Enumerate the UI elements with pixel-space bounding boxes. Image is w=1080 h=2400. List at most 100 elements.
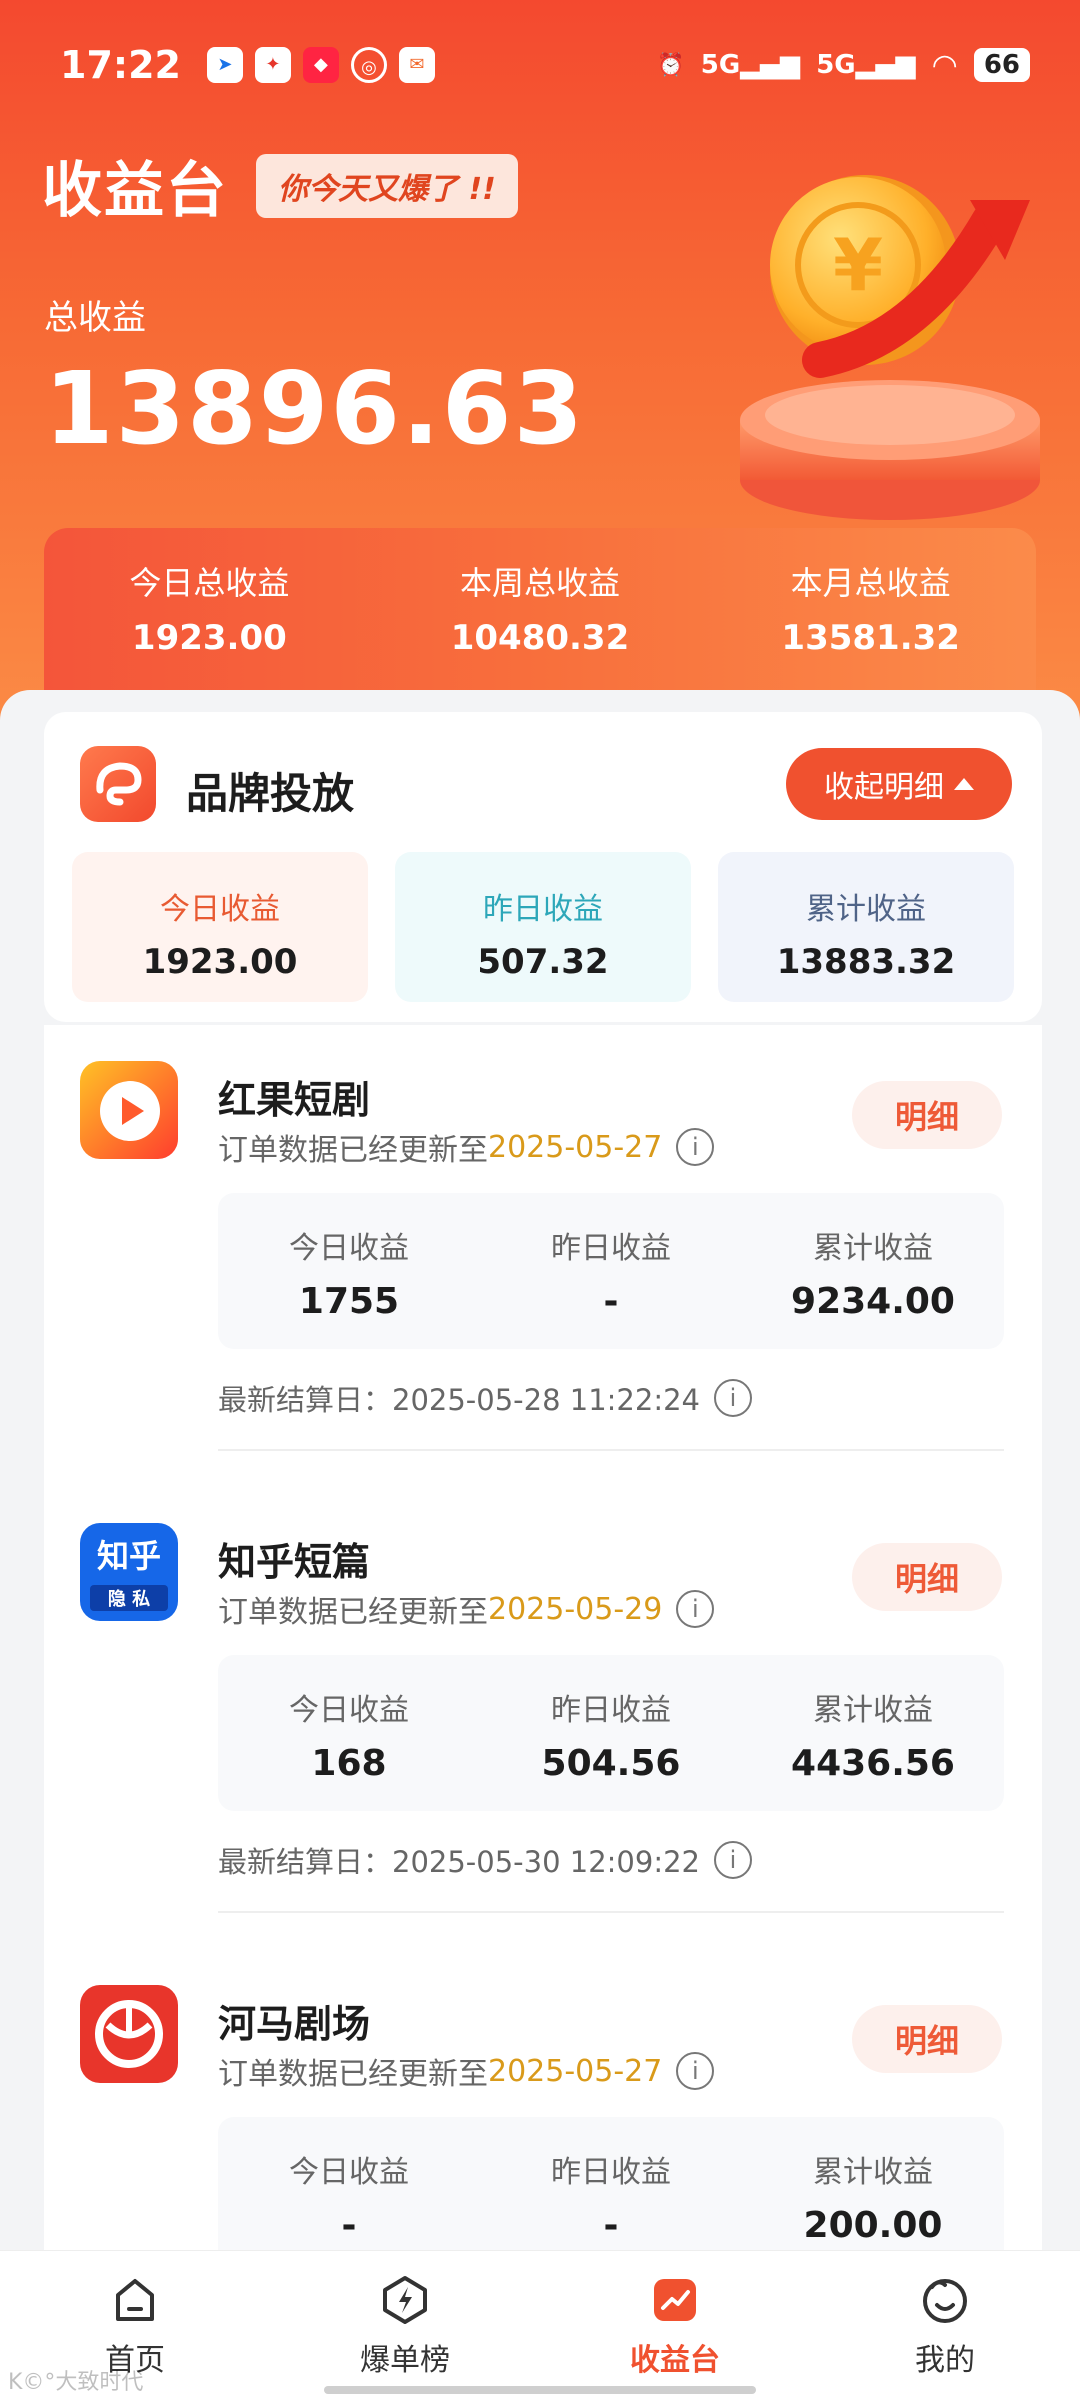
item-stat-today: 今日收益 168 bbox=[218, 1655, 480, 1811]
item-settlement-text: 最新结算日：2025-05-28 11:22:24 bbox=[218, 1383, 700, 1417]
profile-icon bbox=[923, 2279, 967, 2323]
summary-week-value: 10480.32 bbox=[450, 618, 630, 658]
lightning-icon bbox=[383, 2276, 427, 2324]
item-stat-label: 今日收益 bbox=[289, 1693, 409, 1728]
bottom-tab-bar: 首页 爆单榜 收益台 我的 bbox=[0, 2250, 1080, 2400]
tab-label: 收益台 bbox=[630, 2343, 720, 2378]
watermark: K©°大致时代 bbox=[8, 2370, 144, 2395]
summary-panel: 今日总收益 1923.00 本周总收益 10480.32 本月总收益 13581… bbox=[44, 528, 1036, 698]
item-stat-total: 累计收益 4436.56 bbox=[742, 1655, 1004, 1811]
coin-illustration: ¥ bbox=[740, 175, 1040, 520]
info-icon[interactable]: i bbox=[676, 2052, 715, 2090]
item-stat-label: 今日收益 bbox=[289, 1231, 409, 1266]
total-earnings-label: 总收益 bbox=[44, 298, 146, 338]
detail-button[interactable]: 明细 bbox=[852, 2005, 1002, 2073]
item-stat-value: 168 bbox=[311, 1743, 387, 1784]
item-stat-label: 昨日收益 bbox=[551, 1231, 671, 1266]
summary-today-label: 今日总收益 bbox=[129, 564, 290, 602]
page-title: 收益台 bbox=[42, 156, 228, 226]
brand-stat-label: 累计收益 bbox=[806, 892, 926, 927]
item-stat-label: 累计收益 bbox=[813, 1693, 933, 1728]
item-settlement: 最新结算日：2025-05-28 11:22:24 i bbox=[218, 1377, 752, 1419]
item-stat-today: 今日收益 - bbox=[218, 2117, 480, 2255]
praise-badge: 你今天又爆了 !! bbox=[256, 153, 518, 218]
netease-icon: ◎ bbox=[350, 47, 387, 83]
summary-week[interactable]: 本周总收益 10480.32 bbox=[375, 558, 706, 698]
tab-earnings[interactable]: 收益台 bbox=[540, 2251, 810, 2400]
item-update-line: 订单数据已经更新至 2025-05-29 i bbox=[218, 1587, 715, 1631]
list-item: 知乎 隐 私 知乎短篇 订单数据已经更新至 2025-05-29 i 明细 今日… bbox=[44, 1487, 1042, 1949]
tab-label: 爆单榜 bbox=[360, 2343, 450, 2378]
battery-level: 66 bbox=[973, 48, 1030, 82]
hongguo-play-icon bbox=[80, 1061, 178, 1159]
item-stat-total: 累计收益 200.00 bbox=[742, 2117, 1004, 2255]
item-name: 红果短剧 bbox=[218, 1078, 371, 1122]
item-settlement: 最新结算日：2025-05-30 12:09:22 i bbox=[218, 1839, 752, 1881]
summary-today-value: 1923.00 bbox=[131, 618, 287, 658]
detail-button[interactable]: 明细 bbox=[852, 1081, 1002, 1149]
item-update-prefix: 订单数据已经更新至 bbox=[218, 2057, 488, 2092]
info-icon[interactable]: i bbox=[714, 1841, 752, 1879]
collapse-label: 收起明细 bbox=[824, 770, 944, 805]
item-update-prefix: 订单数据已经更新至 bbox=[218, 1133, 488, 1168]
mail-icon: ✉ bbox=[398, 47, 435, 83]
tab-hot-list[interactable]: 爆单榜 bbox=[270, 2251, 540, 2400]
item-stat-label: 累计收益 bbox=[813, 2155, 933, 2190]
summary-month[interactable]: 本月总收益 13581.32 bbox=[705, 558, 1036, 698]
info-icon[interactable]: i bbox=[714, 1379, 752, 1417]
notification-icons: ➤ ✦ ◆ ◎ ✉ bbox=[206, 47, 435, 83]
tab-label: 我的 bbox=[915, 2343, 975, 2378]
item-stat-label: 昨日收益 bbox=[551, 1693, 671, 1728]
map-icon: ➤ bbox=[206, 47, 243, 83]
summary-month-label: 本月总收益 bbox=[790, 564, 951, 602]
status-bar: 17:22 ➤ ✦ ◆ ◎ ✉ ⏰ 5G▂▄▆ 5G▂▄▆ ◠ 66 bbox=[0, 0, 1080, 130]
brand-stat-label: 今日收益 bbox=[160, 892, 280, 927]
total-earnings-value: 13896.63 bbox=[44, 350, 586, 467]
item-update-date: 2025-05-27 bbox=[488, 1129, 663, 1165]
xiaohongshu-icon: ◆ bbox=[302, 47, 339, 83]
info-icon[interactable]: i bbox=[676, 1128, 715, 1166]
list-item: 河马剧场 订单数据已经更新至 2025-05-27 i 明细 今日收益 - 昨日… bbox=[44, 1949, 1042, 2255]
item-stat-value: 9234.00 bbox=[791, 1281, 955, 1322]
brand-stat-value: 1923.00 bbox=[142, 942, 298, 982]
collapse-details-button[interactable]: 收起明细 bbox=[786, 748, 1012, 820]
signal-2: 5G▂▄▆ bbox=[816, 50, 916, 80]
signal-1: 5G▂▄▆ bbox=[700, 50, 801, 80]
brand-stat-label: 昨日收益 bbox=[483, 892, 603, 927]
item-update-line: 订单数据已经更新至 2025-05-27 i bbox=[218, 2049, 715, 2093]
list-item: 红果短剧 订单数据已经更新至 2025-05-27 i 明细 今日收益 1755… bbox=[44, 1025, 1042, 1487]
item-stat-value: 1755 bbox=[298, 1281, 400, 1322]
svg-text:知乎: 知乎 bbox=[97, 1537, 161, 1575]
wifi-icon: ◠ bbox=[931, 47, 958, 83]
info-icon[interactable]: i bbox=[676, 1590, 715, 1628]
svg-text:¥: ¥ bbox=[833, 223, 883, 307]
item-name: 知乎短篇 bbox=[218, 1540, 371, 1584]
item-stat-yesterday: 昨日收益 504.56 bbox=[480, 1655, 742, 1811]
item-update-date: 2025-05-29 bbox=[488, 1591, 663, 1627]
item-stats: 今日收益 - 昨日收益 - 累计收益 200.00 bbox=[218, 2117, 1004, 2255]
home-icon bbox=[116, 2279, 154, 2321]
summary-today[interactable]: 今日总收益 1923.00 bbox=[44, 558, 375, 698]
item-stats: 今日收益 168 昨日收益 504.56 累计收益 4436.56 bbox=[218, 1655, 1004, 1811]
brand-stat-value: 13883.32 bbox=[776, 942, 956, 982]
summary-week-label: 本周总收益 bbox=[460, 564, 621, 602]
item-stat-total: 累计收益 9234.00 bbox=[742, 1193, 1004, 1349]
item-update-prefix: 订单数据已经更新至 bbox=[218, 1595, 488, 1630]
item-name: 河马剧场 bbox=[218, 2002, 371, 2046]
divider bbox=[218, 1449, 1004, 1451]
tab-profile[interactable]: 我的 bbox=[810, 2251, 1080, 2400]
brand-stat-yesterday: 昨日收益 507.32 bbox=[395, 852, 691, 1002]
zhihu-icon: 知乎 隐 私 bbox=[80, 1523, 178, 1621]
hema-icon bbox=[80, 1985, 178, 2083]
brand-card: 品牌投放 收起明细 今日收益 1923.00 昨日收益 507.32 累计收益 … bbox=[44, 712, 1042, 1022]
divider bbox=[218, 1911, 1004, 1913]
detail-button[interactable]: 明细 bbox=[852, 1543, 1002, 1611]
item-stat-value: 4436.56 bbox=[791, 1743, 955, 1784]
item-stat-value: - bbox=[341, 2205, 357, 2246]
chart-icon bbox=[654, 2279, 696, 2321]
alarm-icon: ⏰ bbox=[657, 52, 685, 78]
platform-list: 红果短剧 订单数据已经更新至 2025-05-27 i 明细 今日收益 1755… bbox=[44, 1025, 1042, 2255]
brand-stat-total: 累计收益 13883.32 bbox=[718, 852, 1014, 1002]
home-indicator[interactable] bbox=[324, 2386, 756, 2394]
brand-title: 品牌投放 bbox=[186, 769, 355, 818]
